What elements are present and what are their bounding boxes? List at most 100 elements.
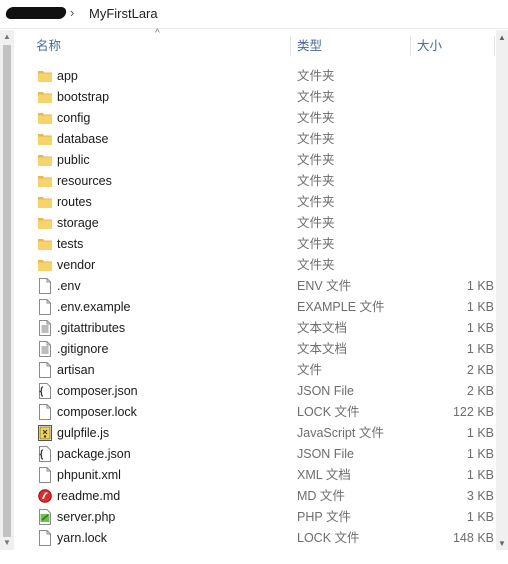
file-name: composer.json <box>57 384 138 398</box>
file-name: resources <box>57 174 112 188</box>
file-size: 1 KB <box>466 279 494 293</box>
file-name: phpunit.xml <box>57 468 121 482</box>
file-type: PHP 文件 <box>297 510 351 524</box>
file-name: readme.md <box>57 489 121 503</box>
blank-file-icon <box>38 278 52 294</box>
file-type: 文件夹 <box>297 216 335 230</box>
column-header-size[interactable]: 大小 <box>417 32 442 60</box>
file-name: .gitignore <box>57 342 109 356</box>
file-row[interactable]: package.json JSON File 1 KB <box>0 444 498 465</box>
file-type: 文件夹 <box>297 258 335 272</box>
column-header-name[interactable]: 名称 <box>36 32 61 60</box>
file-type: 文件夹 <box>297 153 335 167</box>
file-type: ENV 文件 <box>297 279 352 293</box>
file-name: tests <box>57 237 84 251</box>
file-row[interactable]: gulpfile.js JavaScript 文件 1 KB <box>0 423 498 444</box>
file-row[interactable]: resources 文件夹 <box>0 171 498 192</box>
text-document-icon <box>38 320 52 336</box>
file-size: 122 KB <box>452 405 494 419</box>
file-row[interactable]: artisan 文件 2 KB <box>0 360 498 381</box>
file-size: 1 KB <box>466 447 494 461</box>
file-name: .gitattributes <box>57 321 126 335</box>
redacted-path-segment <box>4 7 68 19</box>
folder-icon <box>38 215 52 231</box>
file-row[interactable]: config 文件夹 <box>0 108 498 129</box>
file-row[interactable]: .env.example EXAMPLE 文件 1 KB <box>0 297 498 318</box>
sort-ascending-icon: ^ <box>155 28 160 39</box>
file-size: 1 KB <box>466 342 494 356</box>
file-name: .env.example <box>57 300 131 314</box>
file-row[interactable]: database 文件夹 <box>0 129 498 150</box>
file-name: composer.lock <box>57 405 137 419</box>
column-divider[interactable] <box>410 36 411 56</box>
file-type: 文件 <box>297 363 323 377</box>
file-row[interactable]: composer.lock LOCK 文件 122 KB <box>0 402 498 423</box>
file-row[interactable]: vendor 文件夹 <box>0 255 498 276</box>
file-row[interactable]: .gitignore 文本文档 1 KB <box>0 339 498 360</box>
javascript-file-icon <box>38 425 52 441</box>
file-size: 148 KB <box>452 531 494 545</box>
file-type: 文件夹 <box>297 69 335 83</box>
file-type: 文件夹 <box>297 111 335 125</box>
file-type: 文本文档 <box>297 321 348 335</box>
file-name: bootstrap <box>57 90 110 104</box>
blank-file-icon <box>38 299 52 315</box>
file-type: XML 文档 <box>297 468 351 482</box>
scroll-down-arrow-icon[interactable]: ▼ <box>496 538 508 550</box>
file-name: vendor <box>57 258 96 272</box>
folder-icon <box>38 194 52 210</box>
file-name: package.json <box>57 447 131 461</box>
column-divider[interactable] <box>494 36 495 56</box>
file-type: 文件夹 <box>297 90 335 104</box>
file-type: JSON File <box>297 447 354 461</box>
folder-icon <box>38 173 52 189</box>
file-row[interactable]: composer.json JSON File 2 KB <box>0 381 498 402</box>
file-row[interactable]: app 文件夹 <box>0 66 498 87</box>
file-row[interactable]: routes 文件夹 <box>0 192 498 213</box>
file-size: 1 KB <box>466 300 494 314</box>
file-row[interactable]: .gitattributes 文本文档 1 KB <box>0 318 498 339</box>
file-row[interactable]: server.php PHP 文件 1 KB <box>0 507 498 528</box>
file-name: database <box>57 132 109 146</box>
file-type: LOCK 文件 <box>297 531 360 545</box>
column-divider[interactable] <box>290 36 291 56</box>
scroll-up-arrow-icon[interactable]: ▲ <box>496 32 508 44</box>
column-header: ^ 名称 类型 大小 <box>0 28 508 60</box>
right-scrollbar[interactable]: ▲ ▼ <box>496 30 508 550</box>
file-row[interactable]: readme.md MD 文件 3 KB <box>0 486 498 507</box>
file-row[interactable]: public 文件夹 <box>0 150 498 171</box>
file-row[interactable]: yarn.lock LOCK 文件 148 KB <box>0 528 498 549</box>
file-row[interactable]: .env ENV 文件 1 KB <box>0 276 498 297</box>
folder-icon <box>38 131 52 147</box>
file-type: EXAMPLE 文件 <box>297 300 385 314</box>
file-name: yarn.lock <box>57 531 108 545</box>
folder-icon <box>38 152 52 168</box>
file-row[interactable]: storage 文件夹 <box>0 213 498 234</box>
php-file-icon <box>38 509 52 525</box>
file-type: 文件夹 <box>297 237 335 251</box>
file-type: 文件夹 <box>297 195 335 209</box>
file-name: public <box>57 153 90 167</box>
file-row[interactable]: bootstrap 文件夹 <box>0 87 498 108</box>
address-breadcrumb[interactable]: › MyFirstLara <box>0 0 508 28</box>
file-name: routes <box>57 195 92 209</box>
file-size: 2 KB <box>466 363 494 377</box>
file-type: JavaScript 文件 <box>297 426 384 440</box>
breadcrumb-chevron-icon[interactable]: › <box>70 5 74 20</box>
file-name: config <box>57 111 91 125</box>
folder-icon <box>38 236 52 252</box>
file-type: 文件夹 <box>297 174 335 188</box>
breadcrumb-current-folder[interactable]: MyFirstLara <box>89 6 158 21</box>
file-name: .env <box>57 279 81 293</box>
text-document-icon <box>38 341 52 357</box>
file-size: 2 KB <box>466 384 494 398</box>
file-row[interactable]: tests 文件夹 <box>0 234 498 255</box>
folder-icon <box>38 257 52 273</box>
file-name: artisan <box>57 363 95 377</box>
file-size: 1 KB <box>466 468 494 482</box>
file-row[interactable]: phpunit.xml XML 文档 1 KB <box>0 465 498 486</box>
column-header-type[interactable]: 类型 <box>297 32 322 60</box>
breadcrumb-divider <box>0 28 508 29</box>
file-size: 1 KB <box>466 510 494 524</box>
json-file-icon <box>38 383 52 399</box>
